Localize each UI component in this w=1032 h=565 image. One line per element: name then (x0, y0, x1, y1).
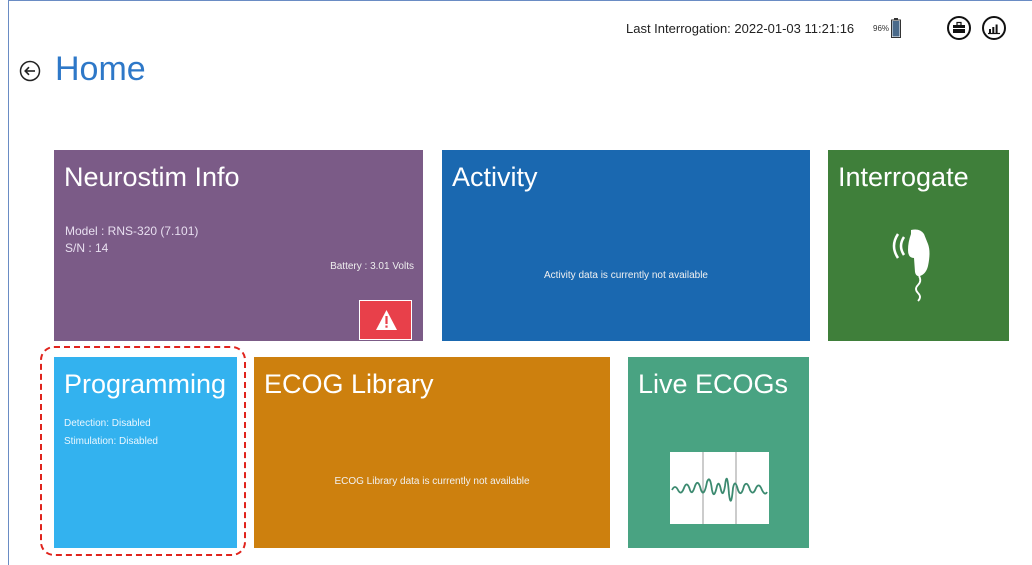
battery-icon (891, 18, 901, 38)
tile-activity[interactable]: Activity Activity data is currently not … (442, 150, 810, 341)
signal-icon (988, 24, 1000, 35)
tile-neurostim-info[interactable]: Neurostim Info Model : RNS-320 (7.101) S… (54, 150, 423, 341)
tile-live-ecogs[interactable]: Live ECOGs (628, 357, 809, 548)
signal-button[interactable] (982, 16, 1006, 40)
tile-ecog-library[interactable]: ECOG Library ECOG Library data is curren… (254, 357, 610, 548)
ecog-waveform-icon (670, 452, 769, 524)
neurostim-model: Model : RNS-320 (7.101) (65, 224, 199, 238)
warning-icon (376, 310, 397, 330)
tile-live-ecogs-title: Live ECOGs (638, 369, 789, 399)
neurostim-serial: S/N : 14 (65, 241, 109, 255)
toolbox-icon (953, 21, 965, 33)
wand-signal-icon (892, 229, 930, 302)
toolbox-button[interactable] (947, 16, 971, 40)
programming-highlight-annotation (40, 346, 246, 556)
alert-badge[interactable] (359, 300, 412, 340)
battery-percent: 96% (873, 24, 890, 33)
ecog-library-message: ECOG Library data is currently not avail… (334, 476, 530, 487)
tile-activity-title: Activity (452, 162, 538, 192)
tile-interrogate[interactable]: Interrogate (828, 150, 1009, 341)
page-title: Home (55, 50, 146, 88)
tile-neurostim-title: Neurostim Info (64, 162, 240, 192)
tile-ecog-library-title: ECOG Library (264, 369, 434, 399)
activity-message: Activity data is currently not available (544, 270, 708, 281)
back-arrow-icon[interactable] (18, 59, 42, 83)
last-interrogation-status: Last Interrogation: 2022-01-03 11:21:16 (626, 21, 855, 36)
neurostim-battery: Battery : 3.01 Volts (330, 261, 414, 272)
tile-interrogate-title: Interrogate (838, 162, 969, 192)
